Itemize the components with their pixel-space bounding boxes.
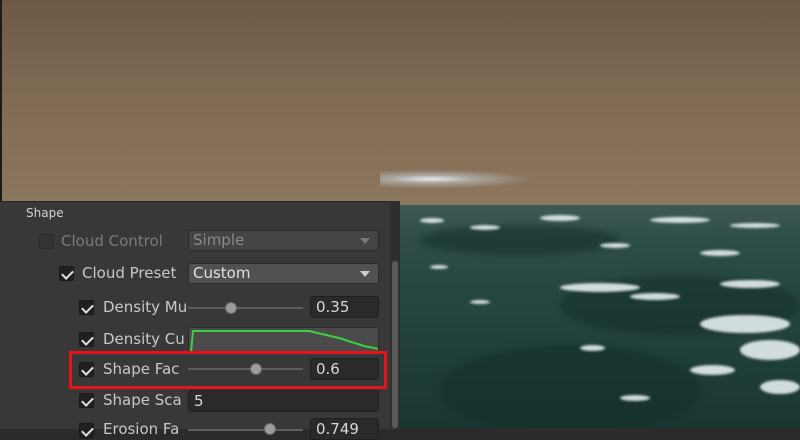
density-multiplier-label: Density Mu: [103, 298, 187, 316]
erosion-factor-label: Erosion Fa: [103, 420, 180, 438]
wave-shadow: [440, 345, 700, 428]
wave-foam: [560, 283, 640, 292]
wave-foam: [760, 380, 800, 394]
density-multiplier-checkbox[interactable]: [79, 300, 94, 315]
wave-foam: [420, 218, 444, 223]
cloud-preset-value: Custom: [193, 264, 251, 282]
wave-foam: [720, 280, 780, 288]
chevron-down-icon: [360, 271, 370, 277]
checkmark-icon: [81, 301, 94, 314]
checkmark-icon: [61, 267, 74, 280]
checkmark-icon: [81, 333, 94, 346]
distant-cloud: [380, 168, 550, 190]
wave-foam: [700, 315, 790, 333]
cloud-control-value: Simple: [193, 231, 245, 249]
erosion-factor-slider-track[interactable]: [188, 429, 303, 431]
chevron-down-icon: [360, 238, 370, 244]
density-multiplier-field[interactable]: 0.35: [310, 296, 379, 318]
density-multiplier-slider-track[interactable]: [188, 307, 303, 309]
wave-foam: [430, 265, 448, 269]
wave-foam: [730, 223, 780, 228]
wave-foam: [470, 225, 500, 230]
viewport-edge: [0, 0, 2, 210]
wave-foam: [470, 300, 490, 304]
cloud-preset-checkbox[interactable]: [59, 266, 74, 281]
checkmark-icon: [81, 394, 94, 407]
shape-scale-field[interactable]: 5: [188, 390, 379, 412]
erosion-factor-slider-thumb[interactable]: [264, 423, 276, 435]
density-curve-graph: [190, 330, 378, 352]
wave-foam: [740, 340, 800, 360]
shape-scale-label: Shape Sca: [103, 391, 182, 409]
wave-foam: [620, 395, 650, 401]
cloud-control-checkbox[interactable]: [39, 234, 54, 249]
cloud-preset-label: Cloud Preset: [82, 264, 177, 282]
density-curve-checkbox[interactable]: [79, 332, 94, 347]
wave-foam: [650, 217, 710, 223]
wave-foam: [630, 293, 680, 300]
wave-shadow: [420, 225, 620, 255]
wave-foam: [600, 243, 630, 248]
wave-foam: [540, 215, 580, 221]
inspector-scrollbar[interactable]: [390, 201, 400, 428]
wave-foam: [700, 250, 740, 256]
erosion-factor-checkbox[interactable]: [79, 423, 94, 438]
wave-foam: [580, 345, 605, 351]
density-curve-line: [190, 330, 378, 352]
scrollbar-thumb[interactable]: [392, 261, 398, 428]
erosion-factor-field[interactable]: 0.749: [310, 418, 379, 440]
density-curve-label: Density Cu: [103, 330, 185, 348]
section-title-shape: Shape: [26, 206, 64, 220]
checkmark-icon: [81, 424, 94, 437]
cloud-preset-dropdown[interactable]: Custom: [188, 263, 379, 284]
density-curve-field[interactable]: [188, 327, 379, 353]
cloud-control-label: Cloud Control: [61, 232, 163, 250]
shape-scale-checkbox[interactable]: [79, 393, 94, 408]
highlight-box: [69, 351, 387, 389]
cloud-control-dropdown[interactable]: Simple: [188, 230, 379, 251]
wave-foam: [690, 365, 735, 375]
density-multiplier-slider-thumb[interactable]: [225, 302, 237, 314]
